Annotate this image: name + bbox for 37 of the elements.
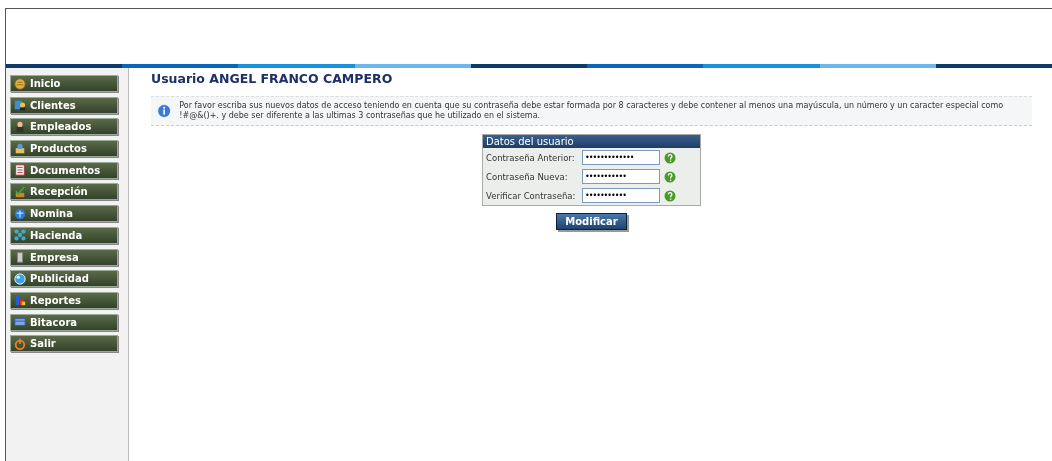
menu-item[interactable]: Publicidad	[10, 270, 118, 288]
menu-item[interactable]: Reportes	[10, 291, 118, 309]
card-icon	[14, 316, 26, 329]
person-icon	[14, 120, 26, 133]
page-title: Usuario ANGEL FRANCO CAMPERO	[151, 71, 394, 86]
form-title: Datos del usuario	[483, 135, 700, 148]
help-icon[interactable]	[664, 151, 676, 164]
menu-item[interactable]: Inicio	[10, 75, 118, 92]
menu-item[interactable]: Empleados	[10, 118, 118, 136]
menu-item[interactable]: Productos	[10, 140, 118, 158]
power-icon	[14, 337, 26, 350]
field-label: Contraseña Nueva:	[486, 171, 569, 182]
help-icon[interactable]	[664, 189, 676, 202]
menu-item[interactable]: Hacienda	[10, 226, 118, 244]
menu-item[interactable]: Clientes	[10, 96, 118, 114]
menu-item[interactable]: Recepción	[10, 183, 118, 201]
modify-button[interactable]: Modificar	[556, 213, 627, 230]
help-icon[interactable]	[664, 170, 676, 183]
sphere-icon	[14, 272, 26, 285]
info-message: Por favor escriba sus nuevos datos de acceso teniendo en cuenta que su contraseña debe estar formada por 8 caracteres y debe contener al menos una mayúscula, un número y un caracter especial como !#@&()+. y debe ser diferente a las ultimas 3 contraseñas que he utilizado en el sistema.	[179, 101, 1005, 121]
network-icon	[14, 229, 26, 242]
password-field[interactable]: •••••••••••	[582, 188, 660, 203]
info-icon	[157, 101, 172, 121]
menu-item[interactable]: Documentos	[10, 161, 118, 179]
field-label: Contraseña Anterior:	[486, 152, 576, 163]
menu-item[interactable]: Empresa	[10, 248, 118, 266]
checkmark-icon	[14, 185, 26, 198]
menu-item[interactable]: Nomina	[10, 205, 118, 223]
password-field[interactable]: •••••••••••	[582, 169, 660, 184]
person-card-icon	[14, 99, 26, 112]
menu-item[interactable]: Bitacora	[10, 313, 118, 331]
password-field[interactable]: •••••••••••••	[582, 150, 660, 165]
field-label: Verificar Contraseña:	[486, 190, 577, 201]
document-icon	[14, 164, 26, 177]
menu-item[interactable]: Salir	[10, 335, 118, 353]
box-icon	[14, 142, 26, 155]
chart-icon	[14, 294, 26, 307]
